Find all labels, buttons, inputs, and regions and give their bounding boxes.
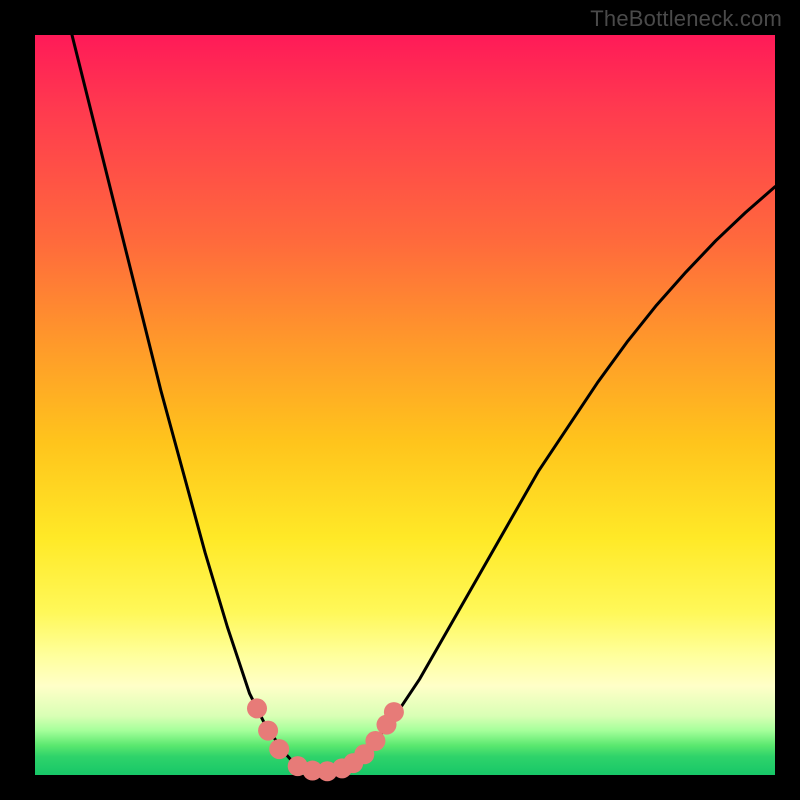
data-marker bbox=[384, 702, 404, 722]
curve-group bbox=[72, 35, 775, 771]
watermark-text: TheBottleneck.com bbox=[590, 6, 782, 32]
bottleneck-curve bbox=[72, 35, 775, 771]
marker-group bbox=[247, 698, 404, 781]
data-marker bbox=[269, 739, 289, 759]
chart-stage: TheBottleneck.com bbox=[0, 0, 800, 800]
data-marker bbox=[247, 698, 267, 718]
data-marker bbox=[258, 721, 278, 741]
plot-area bbox=[35, 35, 775, 775]
data-marker bbox=[365, 731, 385, 751]
curve-svg bbox=[35, 35, 775, 775]
